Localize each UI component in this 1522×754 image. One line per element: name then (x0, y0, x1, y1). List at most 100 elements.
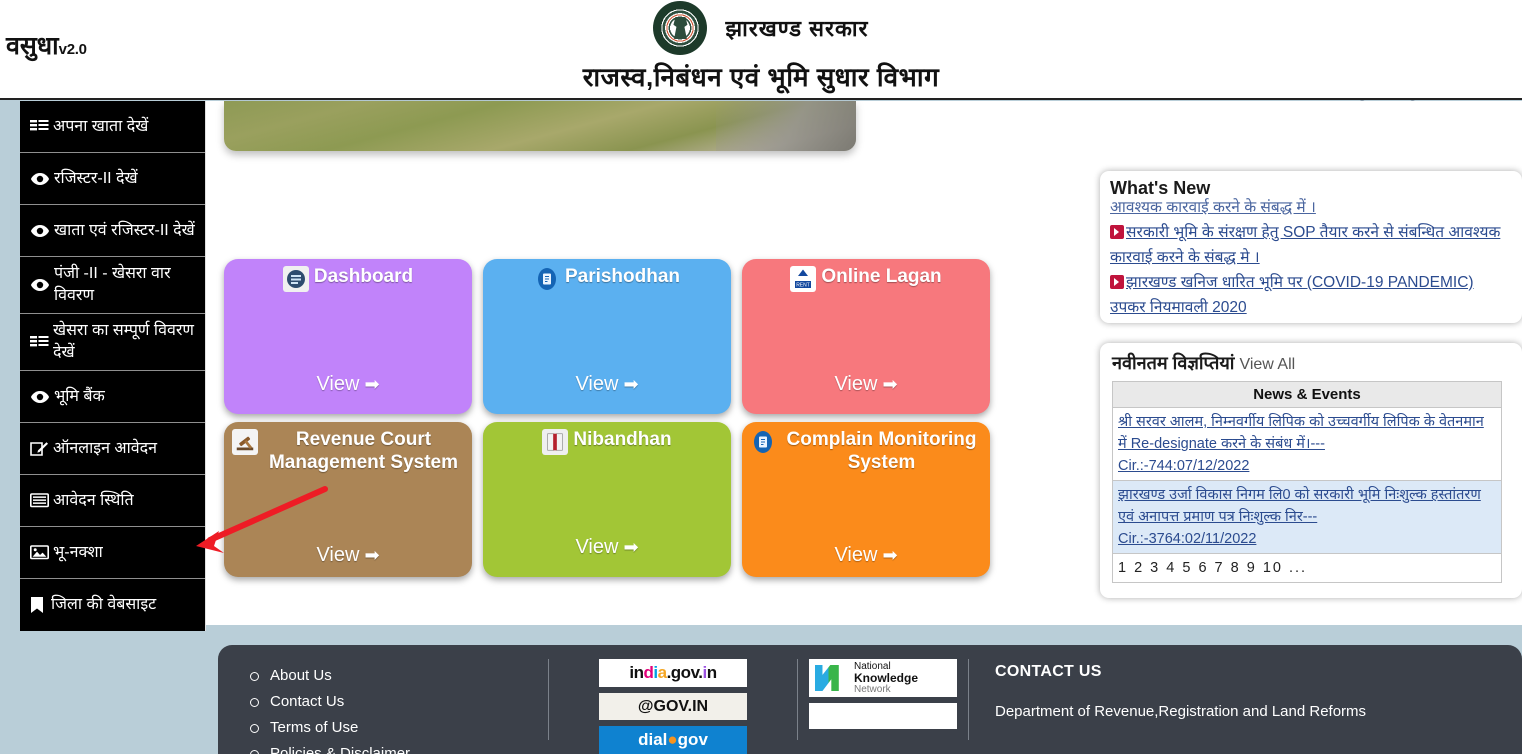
sidebar-item-aavedan-sthiti[interactable]: आवेदन स्थिति (20, 475, 205, 527)
tile-view-label: View (316, 373, 360, 395)
tile-head: Dashboard (224, 259, 472, 292)
india-emblem-icon (653, 1, 708, 55)
dial-gov-logo-text: dial●gov (638, 730, 708, 750)
view-all-link[interactable]: View All (1239, 356, 1295, 373)
table-pager-row[interactable]: 1 2 3 4 5 6 7 8 9 10 ... (1112, 553, 1502, 583)
footer-link-about-us[interactable]: About Us (248, 663, 548, 689)
tile-view-link[interactable]: View ➡ (742, 373, 990, 396)
whats-new-item-label: सरकारी भूमि के संरक्षण हेतु SOP तैयार कर… (1110, 224, 1501, 266)
footer-link-terms-of-use[interactable]: Terms of Use (248, 715, 548, 741)
nkn-mark-icon (815, 665, 839, 691)
contact-us-title: CONTACT US (995, 663, 1102, 680)
tile-title: Dashboard (313, 266, 414, 287)
notices-header: नवीनतम विज्ञप्तियां View All (1112, 352, 1510, 376)
arrow-right-icon: ➡ (882, 545, 898, 565)
gov-name: झारखण्ड सरकार (725, 16, 869, 41)
tile-complain-monitoring-system[interactable]: Complain Monitoring System View ➡ (742, 422, 990, 577)
sidebar-item-online-aavedan[interactable]: ऑनलाइन आवेदन (20, 423, 205, 475)
tile-view-label: View (575, 373, 619, 395)
sidebar-item-panji-2-khesra[interactable]: पंजी -II - खेसरा वार विवरण (20, 257, 205, 314)
national-knowledge-network-logo[interactable]: National Knowledge Network (809, 659, 957, 697)
tile-head: Parishodhan (483, 259, 731, 292)
eye-icon (30, 278, 50, 292)
tile-head: Nibandhan (483, 422, 731, 455)
tile-row-2: Revenue Court Management System View ➡ Ni… (224, 422, 990, 577)
extra-partner-logo[interactable] (809, 703, 957, 729)
tile-view-link[interactable]: View ➡ (483, 373, 731, 396)
whats-new-item[interactable]: सरकारी भूमि के संरक्षण हेतु SOP तैयार कर… (1110, 220, 1512, 270)
service-tiles: Dashboard View ➡ Parishodhan View ➡ RENT… (224, 259, 990, 585)
sidebar-item-register-2[interactable]: रजिस्टर-II देखें (20, 153, 205, 205)
tile-revenue-court-management-system[interactable]: Revenue Court Management System View ➡ (224, 422, 472, 577)
tile-view-link[interactable]: View ➡ (224, 373, 472, 396)
notice-link[interactable]: श्री सरवर आलम, निम्नवर्गीय लिपिक को उच्च… (1118, 411, 1496, 455)
tile-view-link[interactable]: View ➡ (224, 544, 472, 567)
tile-title: Nibandhan (573, 429, 672, 450)
notice-circular[interactable]: Cir.:-744:07/12/2022 (1118, 455, 1496, 477)
bookmark-icon (30, 596, 44, 614)
site-footer: About Us Contact Us Terms of Use Policie… (218, 645, 1522, 754)
tile-title: Parishodhan (564, 266, 681, 287)
tile-head: RENT Online Lagan (742, 259, 990, 292)
dial-gov-logo[interactable]: dial●gov (599, 726, 747, 754)
notice-link[interactable]: झारखण्ड उर्जा विकास निगम लि0 को सरकारी भ… (1118, 484, 1496, 528)
svg-text:RENT: RENT (797, 283, 811, 289)
whats-new-item[interactable]: झारखण्ड खनिज धारित भूमि पर (COVID-19 PAN… (1110, 270, 1512, 320)
sidebar-item-label: रजिस्टर-II देखें (54, 169, 138, 187)
news-events-table: News & Events श्री सरवर आलम, निम्नवर्गीय… (1112, 381, 1502, 583)
arrow-right-icon: ➡ (364, 545, 380, 565)
eye-icon (30, 172, 50, 186)
table-row[interactable]: श्री सरवर आलम, निम्नवर्गीय लिपिक को उच्च… (1112, 407, 1502, 481)
list-lines-icon (30, 335, 49, 350)
tile-view-link[interactable]: View ➡ (742, 544, 990, 567)
whats-new-item-label: झारखण्ड खनिज धारित भूमि पर (COVID-19 PAN… (1110, 274, 1474, 316)
tile-dashboard[interactable]: Dashboard View ➡ (224, 259, 472, 414)
tile-view-label: View (316, 544, 360, 566)
tile-online-lagan[interactable]: RENT Online Lagan View ➡ (742, 259, 990, 414)
gov-in-logo[interactable]: @GOV.IN (599, 692, 747, 721)
pagination[interactable]: 1 2 3 4 5 6 7 8 9 10 ... (1112, 553, 1502, 583)
tile-nibandhan[interactable]: Nibandhan View ➡ (483, 422, 731, 577)
play-bullet-icon (1110, 225, 1124, 239)
sidebar-item-label: खाता एवं रजिस्टर-II देखें (54, 221, 195, 239)
play-bullet-icon (1110, 275, 1124, 289)
tile-parishodhan[interactable]: Parishodhan View ➡ (483, 259, 731, 414)
nkn-text: National Knowledge Network (854, 661, 918, 695)
table-icon (30, 493, 49, 508)
sidebar-item-khesra-sampurn-vivaran[interactable]: खेसरा का सम्पूर्ण विवरण देखें (20, 314, 205, 371)
notice-circular[interactable]: Cir.:-3764:02/11/2022 (1118, 528, 1496, 550)
whats-new-list: आवश्यक कारवाई करने के संबद्ध में । सरकार… (1110, 195, 1512, 320)
sidebar-item-label: ऑनलाइन आवेदन (53, 439, 158, 457)
document-check-icon (750, 429, 776, 455)
sidebar-item-label: भूमि बैंक (54, 387, 105, 405)
footer-link-policies-disclaimer[interactable]: Policies & Disclaimer (248, 741, 548, 754)
sidebar-item-jila-website[interactable]: जिला की वेबसाइट (20, 579, 205, 631)
footer-contact-column: CONTACT US Department of Revenue,Registr… (969, 645, 1522, 754)
tile-title: Complain Monitoring System (786, 429, 977, 473)
sidebar-item-bhu-naksha[interactable]: भू-नक्शा (20, 527, 205, 579)
rent-tag-icon: RENT (790, 266, 817, 292)
footer-logos-column-1: india.gov.in @GOV.IN dial●gov (549, 645, 797, 754)
image-icon (30, 545, 49, 560)
india-gov-logo-text: india.gov.in (629, 662, 717, 682)
header-center: झारखण्ड सरकार राजस्व,निबंधन एवं भूमि सुध… (0, 0, 1522, 94)
gov-row: झारखण्ड सरकार (0, 0, 1522, 56)
hero-banner-image (224, 101, 856, 151)
contact-us-body: Department of Revenue,Registration and L… (995, 703, 1367, 720)
list-lines-icon (30, 119, 49, 134)
table-header-row: News & Events (1112, 381, 1502, 408)
table-row[interactable]: झारखण्ड उर्जा विकास निगम लि0 को सरकारी भ… (1112, 480, 1502, 554)
sidebar-item-label: जिला की वेबसाइट (51, 596, 157, 613)
tile-view-link[interactable]: View ➡ (483, 536, 731, 559)
site-header: वसुधाv2.0 झारखण्ड सरकार राजस्व,निबंधन एव… (0, 0, 1522, 100)
arrow-right-icon: ➡ (882, 374, 898, 394)
sidebar-item-label: खेसरा का सम्पूर्ण विवरण देखें (53, 322, 194, 361)
sidebar-item-khata-evam-register-2[interactable]: खाता एवं रजिस्टर-II देखें (20, 205, 205, 257)
sidebar-item-bhumi-bank[interactable]: भूमि बैंक (20, 371, 205, 423)
sidebar-item-apna-khata[interactable]: अपना खाता देखें (20, 101, 205, 153)
eye-icon (30, 390, 50, 404)
footer-link-contact-us[interactable]: Contact Us (248, 689, 548, 715)
whats-new-item[interactable]: आवश्यक कारवाई करने के संबद्ध में । (1110, 195, 1512, 220)
sidebar-item-label: पंजी -II - खेसरा वार विवरण (54, 265, 171, 304)
india-gov-logo[interactable]: india.gov.in (599, 659, 747, 687)
